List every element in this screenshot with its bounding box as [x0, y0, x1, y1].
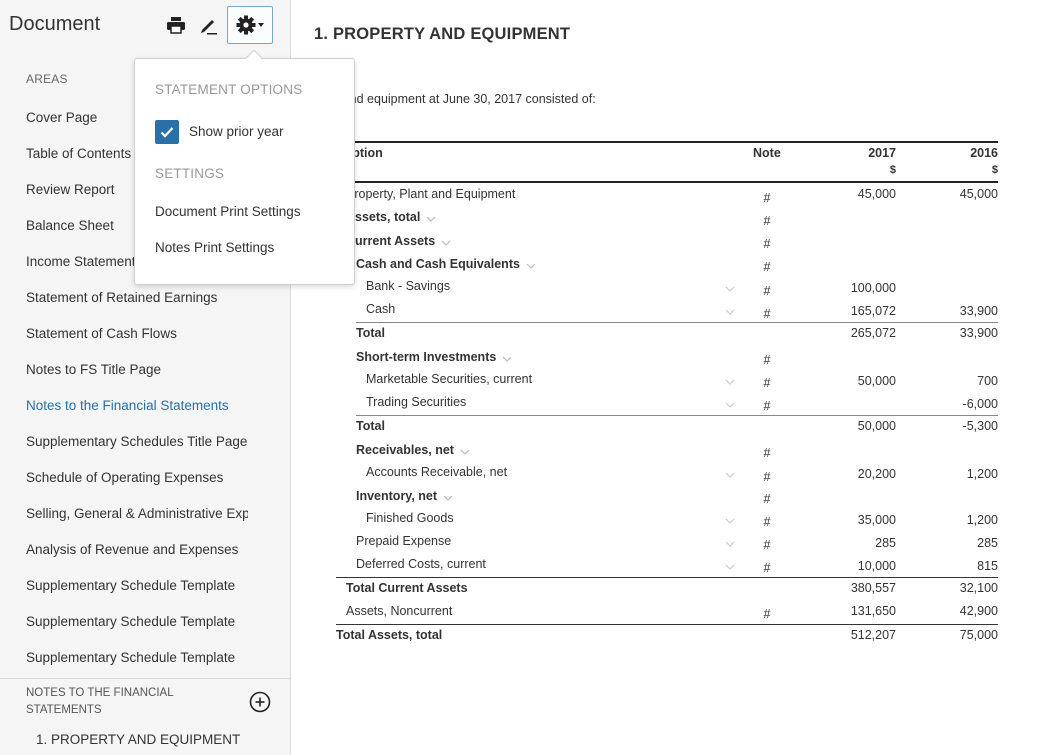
- note-reference: #: [763, 260, 771, 274]
- row-label: Property, Plant and Equipment: [346, 187, 516, 201]
- chevron-down-icon[interactable]: [443, 493, 453, 503]
- row-label: Cash: [366, 302, 396, 316]
- value-2017: 10,000: [857, 559, 896, 573]
- note-reference: #: [763, 284, 771, 298]
- chevron-down-icon[interactable]: [460, 447, 470, 457]
- show-prior-year-checkbox[interactable]: [155, 120, 179, 144]
- value-2017: 50,000: [857, 374, 896, 388]
- row-label: Bank - Savings: [366, 279, 451, 293]
- chevron-down-icon[interactable]: [441, 238, 451, 248]
- value-2017: 45,000: [857, 187, 896, 201]
- row-label: Marketable Securities, current: [366, 372, 533, 386]
- note-reference: #: [763, 307, 771, 321]
- row-label: Total Assets, total: [336, 628, 443, 642]
- row-label: Total: [356, 419, 385, 433]
- value-2017: 35,000: [857, 513, 896, 527]
- row-label: Receivables, net: [356, 443, 454, 457]
- note-reference: #: [763, 376, 771, 390]
- note-reference: #: [763, 561, 771, 575]
- statement-options-heading: STATEMENT OPTIONS: [155, 82, 303, 97]
- header-unit-2016: $: [991, 164, 998, 176]
- table-rule: [336, 624, 998, 625]
- chevron-down-icon[interactable]: [725, 284, 735, 294]
- value-2017: 50,000: [857, 419, 896, 433]
- value-2017: 131,650: [850, 604, 896, 618]
- row-label: Assets, Noncurrent: [346, 604, 453, 618]
- row-label: Finished Goods: [366, 511, 454, 525]
- value-2017: 512,207: [850, 628, 896, 642]
- note-reference: #: [763, 492, 771, 506]
- value-2016: 1,200: [966, 467, 998, 481]
- notes-print-settings-link[interactable]: Notes Print Settings: [155, 240, 274, 255]
- header-note: Note: [753, 146, 781, 160]
- table-rule: [356, 415, 998, 416]
- row-label: Assets, total: [346, 210, 421, 224]
- row-label: Current Assets: [346, 234, 436, 248]
- value-2016: 42,900: [959, 604, 998, 618]
- value-2017: 20,200: [857, 467, 896, 481]
- note-reference: #: [763, 538, 771, 552]
- value-2017: 100,000: [850, 281, 896, 295]
- value-2016: 33,900: [959, 304, 998, 318]
- row-label: Accounts Receivable, net: [366, 465, 508, 479]
- row-label: Total: [356, 326, 385, 340]
- table-rule: [336, 141, 998, 143]
- show-prior-year-label[interactable]: Show prior year: [189, 124, 284, 139]
- table-rule: [356, 322, 998, 323]
- row-label: Cash and Cash Equivalents: [356, 257, 520, 271]
- note-reference: #: [763, 470, 771, 484]
- settings-heading: SETTINGS: [155, 166, 225, 181]
- row-label: Inventory, net: [356, 489, 438, 503]
- chevron-down-icon[interactable]: [725, 562, 735, 572]
- note-reference: #: [763, 191, 771, 205]
- note-reference: #: [763, 237, 771, 251]
- value-2016: 33,900: [959, 326, 998, 340]
- document-print-settings-link[interactable]: Document Print Settings: [155, 204, 301, 219]
- value-2017: 380,557: [850, 581, 896, 595]
- settings-dropdown: STATEMENT OPTIONS Show prior year SETTIN…: [134, 49, 355, 285]
- value-2017: 265,072: [850, 326, 896, 340]
- row-label: Deferred Costs, current: [356, 557, 486, 571]
- value-2016: 32,100: [959, 581, 998, 595]
- value-2017: 285: [875, 536, 896, 550]
- value-2016: 815: [977, 559, 998, 573]
- value-2016: 1,200: [966, 513, 998, 527]
- row-label: Total Current Assets: [346, 581, 468, 595]
- value-2017: 165,072: [850, 304, 896, 318]
- header-year-2017: 2017: [868, 146, 896, 160]
- header-year-2016: 2016: [970, 146, 998, 160]
- value-2016: -5,300: [962, 419, 998, 433]
- row-label: Short-term Investments: [356, 350, 497, 364]
- table-rule: [336, 577, 998, 578]
- note-reference: #: [763, 515, 771, 529]
- chevron-down-icon[interactable]: [725, 470, 735, 480]
- header-unit-2017: $: [889, 164, 896, 176]
- note-reference: #: [763, 353, 771, 367]
- value-2016: 45,000: [959, 187, 998, 201]
- chevron-down-icon[interactable]: [725, 377, 735, 387]
- value-2016: 75,000: [959, 628, 998, 642]
- note-reference: #: [763, 446, 771, 460]
- row-label: Prepaid Expense: [356, 534, 452, 548]
- note-reference: #: [763, 214, 771, 228]
- chevron-down-icon[interactable]: [725, 307, 735, 317]
- note-reference: #: [763, 399, 771, 413]
- chevron-down-icon[interactable]: [502, 354, 512, 364]
- chevron-down-icon[interactable]: [725, 516, 735, 526]
- note-reference: #: [763, 607, 771, 621]
- row-label: Trading Securities: [366, 395, 467, 409]
- chevron-down-icon[interactable]: [725, 539, 735, 549]
- table-rule: [336, 181, 998, 183]
- value-2016: 700: [977, 374, 998, 388]
- check-icon: [160, 127, 174, 138]
- chevron-down-icon[interactable]: [526, 261, 536, 271]
- chevron-down-icon[interactable]: [426, 214, 436, 224]
- value-2016: 285: [977, 536, 998, 550]
- value-2016: -6,000: [962, 397, 998, 411]
- chevron-down-icon[interactable]: [725, 400, 735, 410]
